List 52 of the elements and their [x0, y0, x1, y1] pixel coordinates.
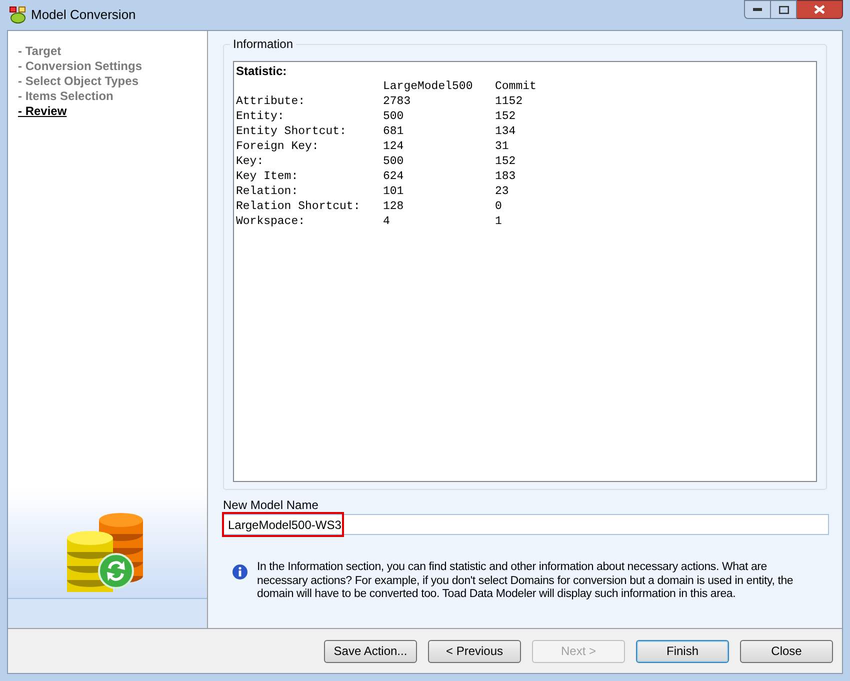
step-item[interactable]: - Review	[18, 104, 67, 119]
hint-text: In the Information section, you can find statistic and other information about necessary actions. What are necessary actions? For example, if you don't select Domains for conversion but a domain is used in entity, the domain will have to be converted too. Toad Data Modeler will display such information in this area.	[257, 561, 794, 602]
table-cell-text: 101	[383, 184, 405, 199]
table-cell-text: 128	[383, 199, 405, 214]
minimize-button[interactable]	[744, 0, 771, 19]
column-header: Commit	[495, 79, 536, 94]
step-item[interactable]: - Items Selection	[18, 89, 114, 104]
table-cell-text: 152	[495, 154, 517, 169]
row-label: Workspace:	[236, 214, 306, 229]
table-cell-text: 134	[495, 124, 517, 139]
statistic-heading: Statistic:	[236, 64, 287, 79]
close-button[interactable]	[797, 0, 843, 19]
table-cell-text: 624	[383, 169, 405, 184]
column-header: LargeModel500	[383, 79, 474, 94]
step-item[interactable]: - Conversion Settings	[18, 59, 142, 74]
table-cell-text: 1	[495, 214, 503, 229]
input-field[interactable]: LargeModel500-WS3	[223, 514, 829, 535]
dialog-button[interactable]: Close	[740, 640, 833, 662]
row-label: Entity:	[236, 109, 286, 124]
step-item[interactable]: - Target	[18, 44, 62, 59]
dialog-button[interactable]: Finish	[636, 640, 729, 662]
info-icon	[232, 564, 248, 580]
row-label: Foreign Key:	[236, 139, 320, 154]
row-label: Key Item:	[236, 169, 300, 184]
maximize-icon	[778, 6, 788, 14]
row-label: Attribute:	[236, 94, 306, 109]
group-title: Information	[230, 37, 296, 51]
table-cell-text: 2783	[383, 94, 412, 109]
step-item[interactable]: - Select Object Types	[18, 74, 138, 89]
app-icon	[9, 6, 27, 24]
close-icon	[814, 5, 825, 14]
table-cell-text: 4	[383, 214, 391, 229]
table-cell-text: 31	[495, 139, 510, 154]
table-cell-text: 183	[495, 169, 517, 184]
field-label: New Model Name	[223, 498, 318, 512]
minimize-icon	[753, 8, 762, 12]
dialog-button[interactable]: < Previous	[428, 640, 521, 662]
maximize-button[interactable]	[771, 0, 797, 19]
table-cell-text: 681	[383, 124, 405, 139]
window-title: Model Conversion	[31, 6, 136, 24]
row-label: Key:	[236, 154, 265, 169]
table-cell-text: 500	[383, 109, 405, 124]
row-label: Entity Shortcut:	[236, 124, 348, 139]
table-cell-text: 152	[495, 109, 517, 124]
table-cell-text: 124	[383, 139, 405, 154]
row-label: Relation:	[236, 184, 300, 199]
table-cell-text: 1152	[495, 94, 524, 109]
dialog-button[interactable]: Save Action...	[324, 640, 417, 662]
table-cell-text: 0	[495, 199, 503, 214]
row-label: Relation Shortcut:	[236, 199, 362, 214]
table-cell-text: 500	[383, 154, 405, 169]
table-cell-text: 23	[495, 184, 510, 199]
